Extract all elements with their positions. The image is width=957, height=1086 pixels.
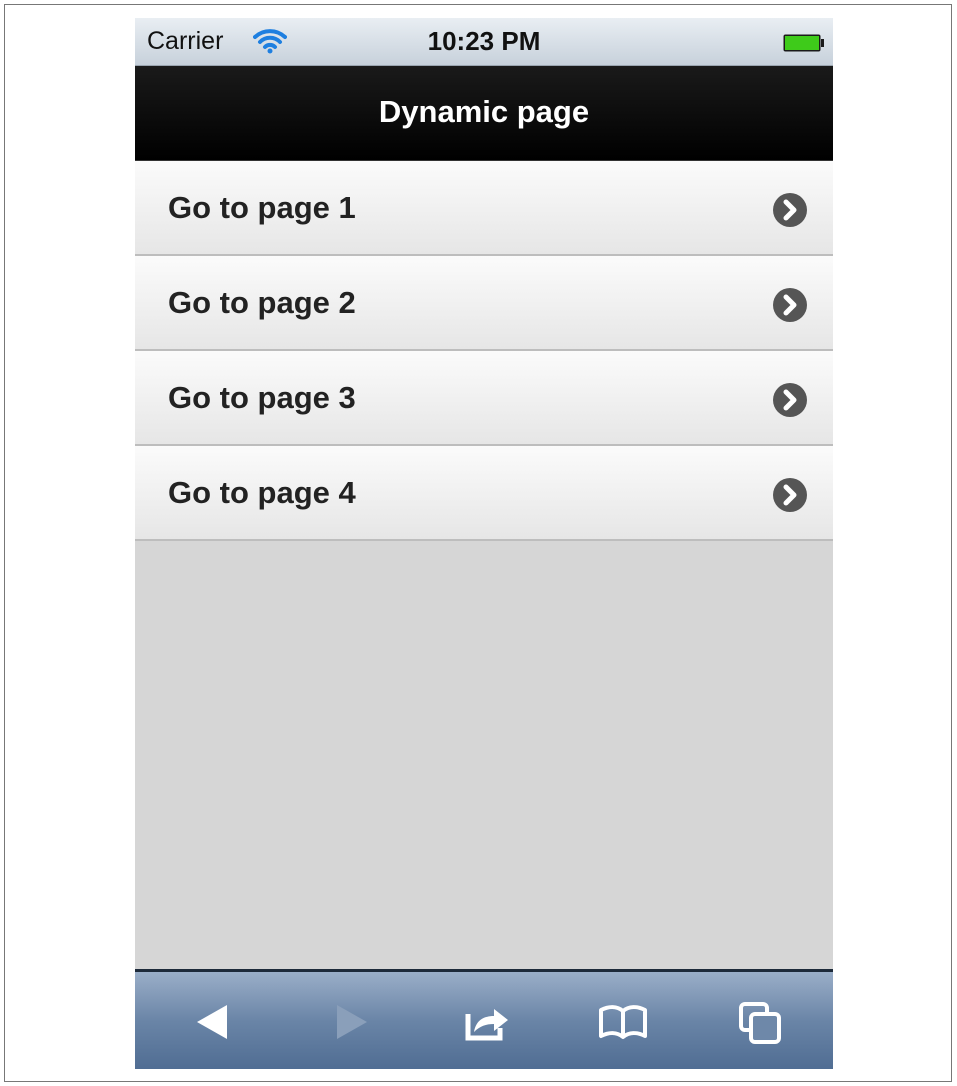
list-item-label: Go to page 1 <box>168 190 356 225</box>
share-button[interactable] <box>458 994 518 1050</box>
status-time: 10:23 PM <box>427 26 541 56</box>
list-item-page-1[interactable]: Go to page 1 <box>135 161 833 256</box>
back-button[interactable] <box>183 994 243 1050</box>
page-list: Go to page 1 Go to page 2 Go to page 3 G… <box>135 161 833 541</box>
chevron-right-icon <box>773 383 807 417</box>
list-item-label: Go to page 3 <box>168 380 356 415</box>
tabs-icon <box>739 1002 781 1044</box>
bookmarks-icon <box>599 1005 647 1039</box>
bookmarks-button[interactable] <box>593 994 653 1050</box>
list-item-label: Go to page 2 <box>168 285 356 320</box>
list-item-page-2[interactable]: Go to page 2 <box>135 256 833 351</box>
list-item-label: Go to page 4 <box>168 475 356 510</box>
chevron-right-icon <box>773 193 807 227</box>
browser-toolbar <box>135 969 833 1069</box>
phone-screen: Carrier 10:23 PM Dynamic page Go to page… <box>135 18 833 1069</box>
share-icon <box>465 1009 508 1041</box>
status-bar: Carrier 10:23 PM <box>135 18 833 66</box>
back-arrow-icon <box>197 1005 227 1039</box>
chevron-right-icon <box>773 288 807 322</box>
list-item-page-3[interactable]: Go to page 3 <box>135 351 833 446</box>
forward-button[interactable] <box>321 994 381 1050</box>
page-header: Dynamic page <box>135 66 833 161</box>
list-item-page-4[interactable]: Go to page 4 <box>135 446 833 541</box>
chevron-right-icon <box>773 478 807 512</box>
page-title: Dynamic page <box>378 94 590 129</box>
forward-arrow-icon <box>337 1005 367 1039</box>
battery-icon <box>783 34 824 52</box>
tabs-button[interactable] <box>731 994 791 1050</box>
